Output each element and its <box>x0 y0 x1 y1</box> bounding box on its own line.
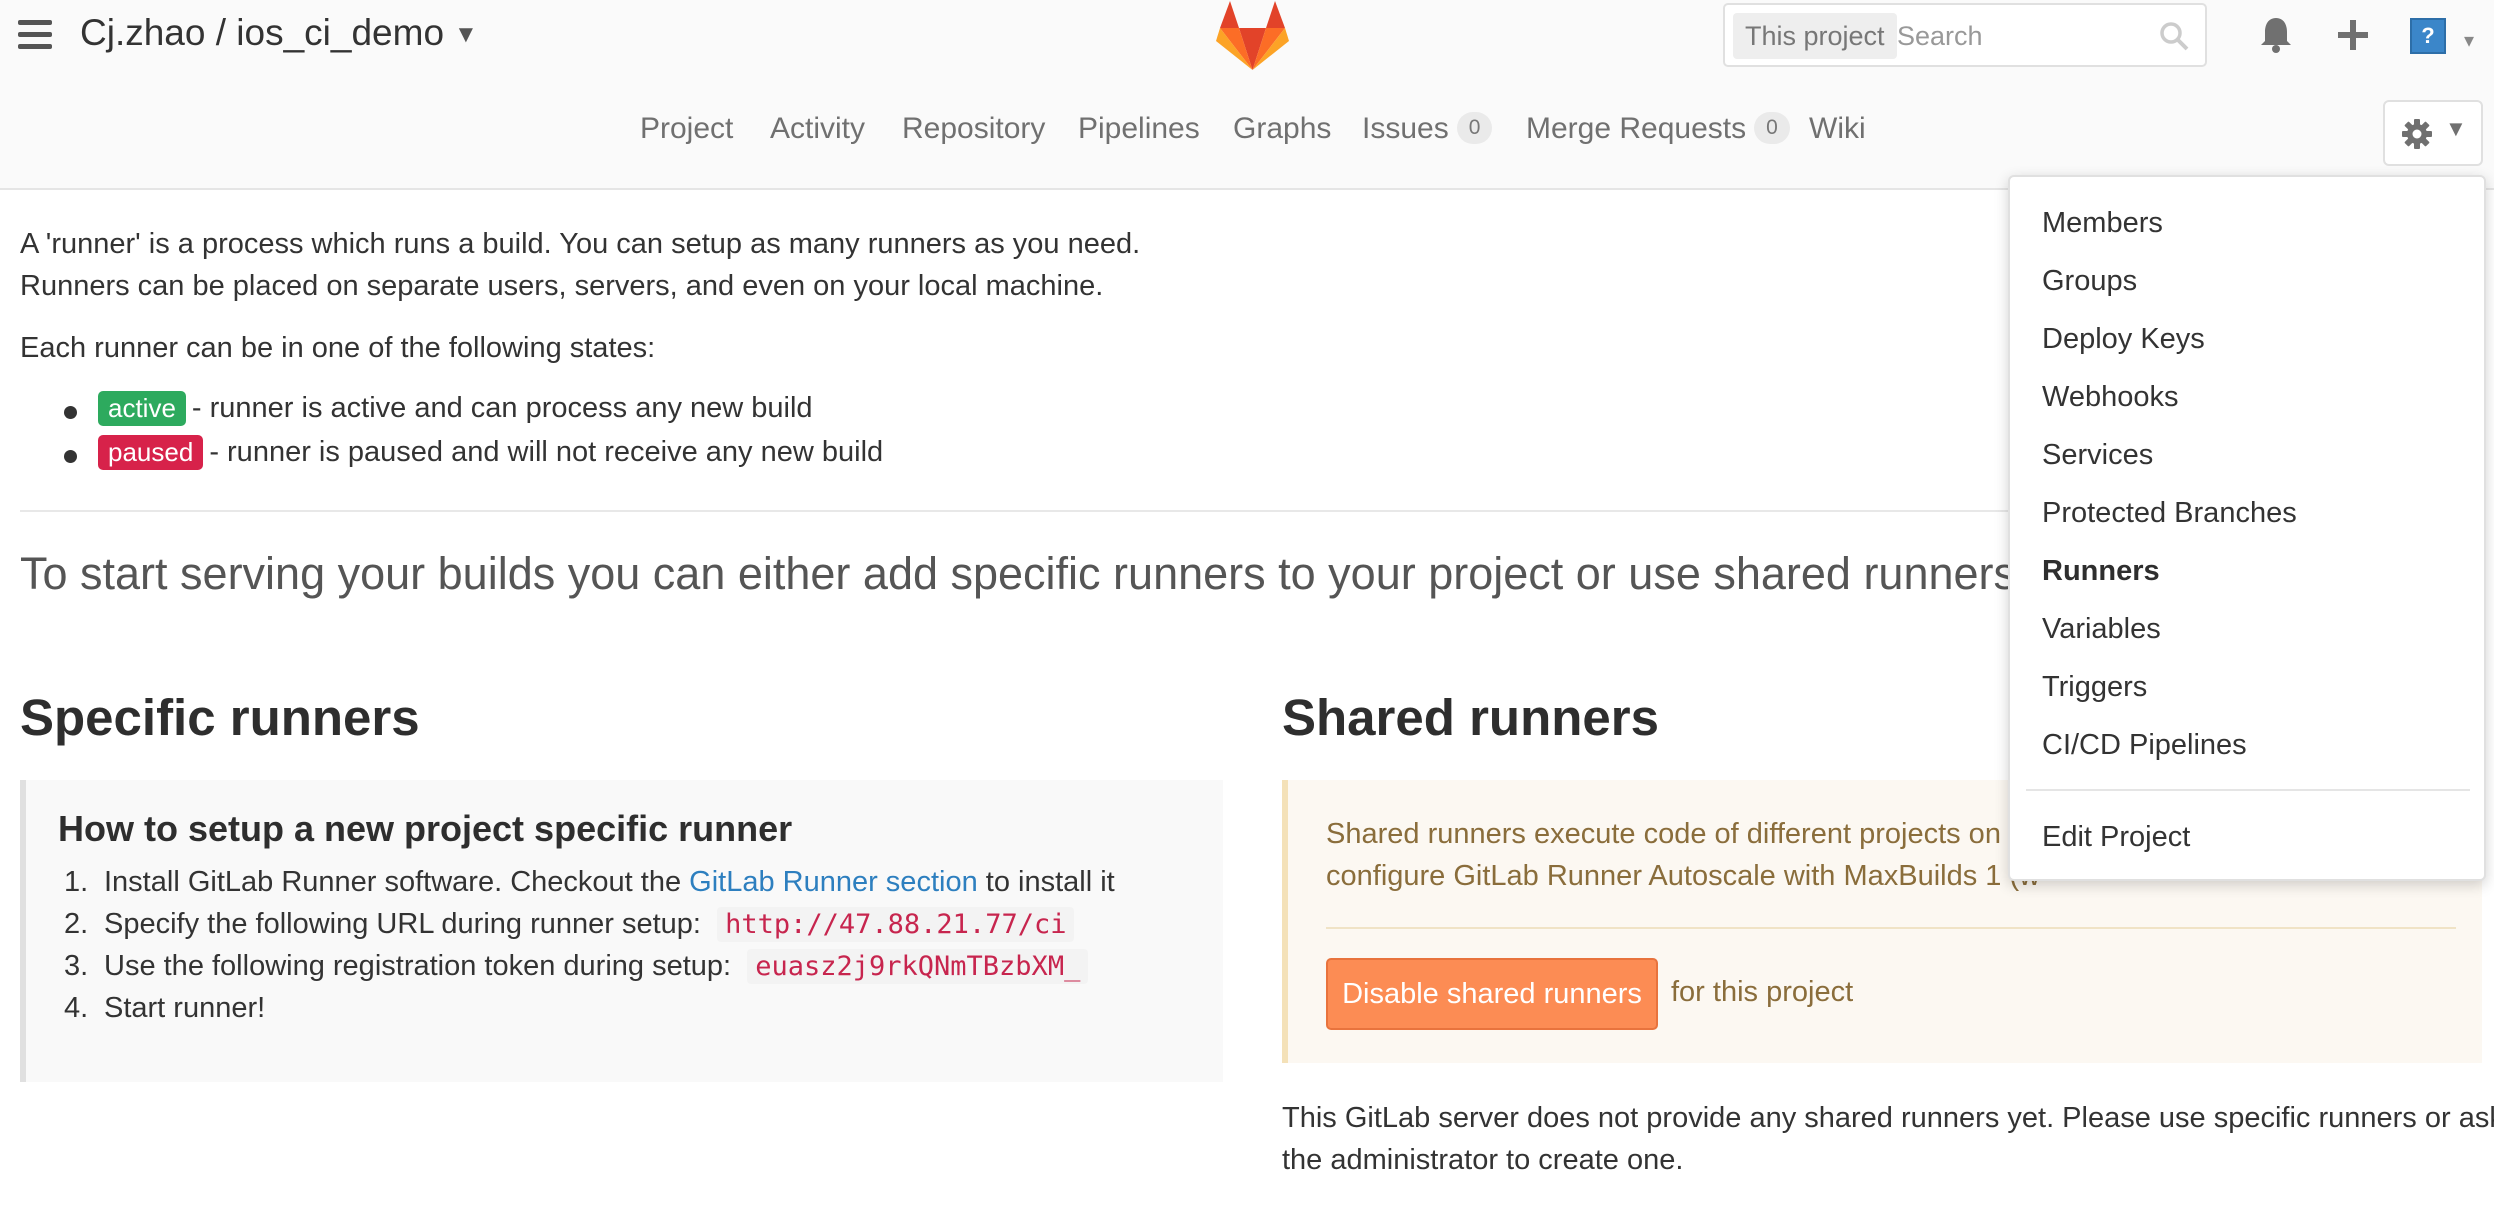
state-description: - runner is paused and will not receive … <box>209 436 884 468</box>
bell-icon[interactable] <box>2255 14 2297 56</box>
count-badge: 0 <box>1456 112 1493 145</box>
menu-item-deploy-keys[interactable]: Deploy Keys <box>2042 323 2205 356</box>
states-intro: Each runner can be in one of the followi… <box>20 332 656 364</box>
nav-tab-merge-requests[interactable]: Merge Requests 0 <box>1526 112 1790 146</box>
menu-item-triggers[interactable]: Triggers <box>2042 671 2147 704</box>
settings-dropdown-button[interactable]: ▼ <box>2383 100 2483 166</box>
setup-step-1: 1. Install GitLab Runner software. Checko… <box>64 866 1115 899</box>
state-paused-item: paused - runner is paused and will not re… <box>98 435 883 470</box>
gear-icon <box>2402 119 2432 149</box>
step-number: 1. <box>64 866 89 898</box>
menu-item-protected-branches[interactable]: Protected Branches <box>2042 497 2297 530</box>
nav-tab-issues[interactable]: Issues 0 <box>1362 112 1493 146</box>
step-text: to install it <box>977 866 1115 898</box>
lead-text: To start serving your builds you can eit… <box>20 548 2017 599</box>
help-icon[interactable]: ? <box>2410 18 2446 54</box>
settings-dropdown-menu: Members Groups Deploy Keys Webhooks Serv… <box>2008 175 2486 881</box>
specific-runners-heading: Specific runners <box>20 689 420 746</box>
menu-item-ci-cd-pipelines[interactable]: CI/CD Pipelines <box>2042 729 2247 762</box>
step-number: 4. <box>64 992 89 1024</box>
chevron-down-icon: ▼ <box>454 21 478 49</box>
setup-step-2: 2. Specify the following URL during runne… <box>64 907 1075 942</box>
intro-line-2: Runners can be placed on separate users,… <box>20 270 1104 302</box>
shared-note-line-2: the administrator to create one. <box>1282 1144 1684 1176</box>
step-text: Use the following registration token dur… <box>104 950 732 982</box>
active-badge: active <box>98 391 186 426</box>
search-input[interactable]: Search <box>1897 13 1983 59</box>
setup-step-3: 3. Use the following registration token d… <box>64 949 1089 984</box>
button-suffix-text: for this project <box>1671 976 1854 1008</box>
menu-divider <box>2026 789 2470 791</box>
nav-tab-label: Merge Requests <box>1526 112 1747 145</box>
chevron-down-icon[interactable]: ▾ <box>2464 28 2474 53</box>
menu-item-services[interactable]: Services <box>2042 439 2153 472</box>
nav-tab-repository[interactable]: Repository <box>902 112 1045 146</box>
nav-tab-activity[interactable]: Activity <box>770 112 865 146</box>
project-title-text: Cj.zhao / ios_ci_demo <box>80 12 445 53</box>
shared-runners-heading: Shared runners <box>1282 689 1659 746</box>
shared-warning-line-1: Shared runners execute code of different… <box>1326 818 2034 850</box>
step-text: Install GitLab Runner software. Checkout… <box>104 866 690 898</box>
plus-icon[interactable] <box>2332 14 2374 56</box>
bullet-icon <box>64 406 77 419</box>
menu-icon[interactable] <box>18 20 52 50</box>
menu-item-groups[interactable]: Groups <box>2042 265 2137 298</box>
divider <box>1326 927 2456 929</box>
search-box[interactable]: This project Search <box>1723 3 2207 67</box>
registration-token-code[interactable]: euasz2j9rkQNmTBzbXM_ <box>747 949 1089 984</box>
paused-badge: paused <box>98 435 204 470</box>
step-text: Start runner! <box>104 992 266 1024</box>
search-scope[interactable]: This project <box>1733 13 1897 59</box>
intro-line-1: A 'runner' is a process which runs a bui… <box>20 228 1141 260</box>
count-badge: 0 <box>1754 112 1790 145</box>
menu-item-runners[interactable]: Runners <box>2042 555 2160 588</box>
step-number: 2. <box>64 908 89 940</box>
nav-tab-pipelines[interactable]: Pipelines <box>1078 112 1200 146</box>
step-number: 3. <box>64 950 89 982</box>
shared-note-line-1: This GitLab server does not provide any … <box>1282 1102 2494 1134</box>
step-text: Specify the following URL during runner … <box>104 908 701 940</box>
nav-tab-graphs[interactable]: Graphs <box>1233 112 1331 146</box>
nav-tab-label: Issues <box>1362 112 1449 145</box>
setup-step-4: 4. Start runner! <box>64 992 266 1025</box>
chevron-down-icon: ▼ <box>2445 116 2467 141</box>
bullet-icon <box>64 450 77 463</box>
state-active-item: active - runner is active and can process… <box>98 391 813 426</box>
panel-title: How to setup a new project specific runn… <box>58 808 793 849</box>
search-icon <box>2160 22 2189 51</box>
divider <box>20 510 2020 512</box>
menu-item-variables[interactable]: Variables <box>2042 613 2161 646</box>
project-title[interactable]: Cj.zhao / ios_ci_demo ▼ <box>80 12 478 54</box>
gitlab-runner-section-link[interactable]: GitLab Runner section <box>689 866 978 898</box>
menu-item-webhooks[interactable]: Webhooks <box>2042 381 2179 414</box>
disable-shared-runners-button[interactable]: Disable shared runners <box>1326 958 1658 1030</box>
shared-warning-line-2: configure GitLab Runner Autoscale with M… <box>1326 860 2041 892</box>
nav-tab-wiki[interactable]: Wiki <box>1809 112 1866 146</box>
runner-url-code[interactable]: http://47.88.21.77/ci <box>717 907 1075 942</box>
state-description: - runner is active and can process any n… <box>191 392 813 424</box>
menu-item-members[interactable]: Members <box>2042 207 2163 240</box>
nav-tab-project[interactable]: Project <box>640 112 733 146</box>
gitlab-logo-icon[interactable] <box>1215 0 1290 72</box>
top-header: Cj.zhao / ios_ci_demo ▼ This project Sear… <box>0 0 2494 190</box>
specific-runner-panel: How to setup a new project specific runn… <box>20 780 1223 1082</box>
menu-item-edit-project[interactable]: Edit Project <box>2042 821 2190 854</box>
